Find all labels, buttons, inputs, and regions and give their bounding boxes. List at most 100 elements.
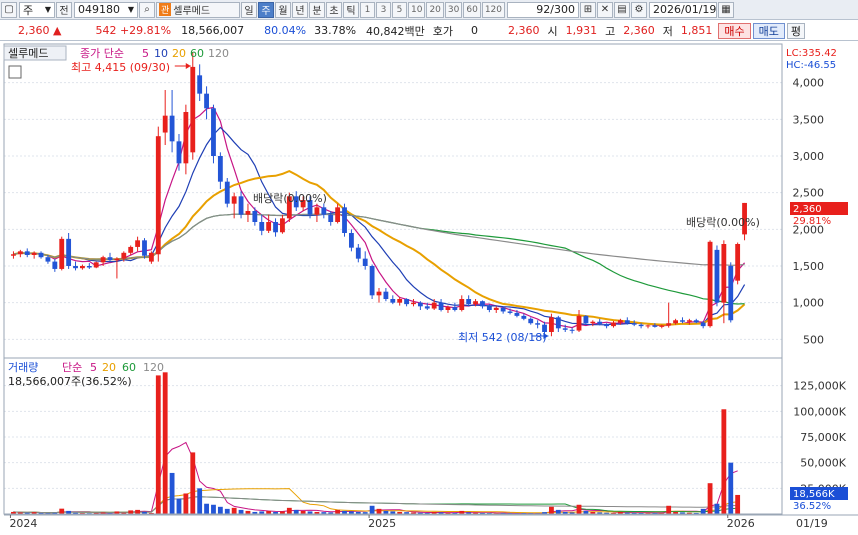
volume-bar [707, 483, 713, 514]
volume-tick-label: 50,000K [800, 457, 846, 470]
candle-body [597, 321, 603, 324]
tab-period-year[interactable]: 년 [292, 1, 308, 18]
stock-name-field[interactable]: 관 셀루메드 [156, 1, 240, 18]
interval-1[interactable]: 1 [360, 1, 375, 18]
candle-body [452, 307, 458, 310]
candle-body [135, 240, 141, 247]
gear-icon[interactable]: ⚙ [631, 1, 647, 18]
candle-body [252, 211, 258, 222]
candle-body [721, 244, 727, 303]
calendar-icon[interactable]: ▦ [718, 1, 734, 18]
candle-body [224, 181, 230, 204]
tab-period-second[interactable]: 초 [326, 1, 342, 18]
stock-code-input[interactable]: 049180 ▼ [74, 1, 138, 18]
tab-period-day[interactable]: 일 [241, 1, 257, 18]
eval-button[interactable]: 평 [786, 22, 806, 39]
candle-body [204, 93, 209, 109]
volume-bar [224, 508, 230, 514]
candle-body [66, 238, 72, 266]
price-panel-border [3, 43, 783, 359]
interval-3[interactable]: 3 [376, 1, 391, 18]
volume-bar [555, 509, 561, 514]
candle-body [38, 252, 44, 258]
candle-body [507, 311, 513, 313]
date-input[interactable]: 2026/01/19 [649, 1, 717, 18]
tab-period-week[interactable]: 주 [258, 1, 274, 18]
volume-bar [197, 488, 203, 514]
candle-body [155, 136, 161, 255]
price-tick-label: 1,500 [793, 260, 825, 273]
buy-button[interactable]: 매수 [718, 22, 751, 39]
candle-body [549, 317, 554, 332]
volume-bar [369, 505, 375, 514]
grid-icon[interactable]: ⊞ [580, 1, 596, 18]
stock-badge: 관 [159, 3, 172, 16]
market-value: 주 [23, 3, 34, 17]
hc-label: HC:-46.55 [786, 60, 836, 71]
hoga-value: 0 [471, 24, 479, 37]
interval-120[interactable]: 120 [481, 1, 505, 18]
price-tick-label: 3,500 [793, 113, 825, 126]
candle-body [266, 222, 272, 231]
price-tick-label: 4,000 [793, 77, 825, 90]
candle-body [245, 211, 251, 215]
tab-period-month[interactable]: 월 [275, 1, 291, 18]
candle-body [314, 207, 320, 215]
candle-body [424, 306, 430, 309]
save-icon[interactable]: ▤ [614, 1, 630, 18]
interval-10[interactable]: 10 [408, 1, 426, 18]
candle-body [562, 328, 568, 330]
market-select[interactable]: 주 ▼ [19, 1, 55, 18]
candle-body [231, 196, 237, 204]
candle-body [535, 323, 541, 325]
low-value: 1,851 [680, 24, 713, 37]
volume-grid [4, 385, 782, 489]
volume-bar [286, 507, 292, 514]
price-legend-name: 셀루메드 [8, 47, 48, 60]
volume-bar [204, 503, 209, 514]
crosshair-icon[interactable]: ✕ [597, 1, 613, 18]
candle-body [404, 299, 410, 305]
candle-body [45, 257, 51, 262]
candle-body [521, 315, 527, 319]
interval-20[interactable]: 20 [426, 1, 444, 18]
count-input[interactable]: 92/300 [507, 1, 579, 18]
candle-body [466, 299, 472, 305]
high-annotation: 최고 4,415 (09/30) [71, 61, 170, 74]
interval-30[interactable]: 30 [444, 1, 463, 18]
candle-body [735, 244, 741, 281]
interval-5[interactable]: 5 [392, 1, 407, 18]
tab-period-minute[interactable]: 분 [309, 1, 325, 18]
volume-bar [135, 509, 141, 514]
stock-code-value: 049180 [78, 3, 120, 16]
hoga-label: 호가 [432, 24, 454, 38]
candle-body [652, 325, 658, 327]
candle-body [355, 247, 361, 259]
settings-grid-icon[interactable] [8, 65, 22, 79]
low-annotation: 최저 542 (08/18) [458, 331, 547, 344]
stock-chart[interactable]: 5001,0001,5002,0002,5003,0003,5004,00025… [0, 42, 858, 535]
current-volume-pct-tag: 36.52% [793, 501, 831, 512]
open-value: 1,931 [565, 24, 598, 37]
candle-body [376, 291, 382, 296]
candle-body [438, 302, 444, 310]
interval-60[interactable]: 60 [463, 1, 481, 18]
candle-body [473, 301, 478, 305]
candle-body [693, 320, 699, 323]
tab-period-tick[interactable]: 틱 [343, 1, 359, 18]
change-pct: +29.81% [119, 24, 172, 37]
candle-body [459, 299, 465, 310]
vol-legend-ma20: 20 [102, 361, 116, 374]
sell-button[interactable]: 매도 [752, 22, 785, 39]
candle-body [142, 240, 147, 256]
candle-body [217, 156, 223, 182]
window-icon[interactable]: ▢ [1, 1, 17, 18]
search-icon[interactable]: ⌕ [139, 1, 155, 18]
lc-label: LC:335.42 [786, 48, 837, 59]
period-prefix-button[interactable]: 전 [56, 1, 72, 18]
candle-body [273, 222, 278, 233]
volume-note: 18,566,007주(36.52%) [8, 375, 132, 388]
candle-body [397, 299, 403, 303]
candle-body [500, 307, 506, 312]
candle-body [680, 320, 685, 322]
